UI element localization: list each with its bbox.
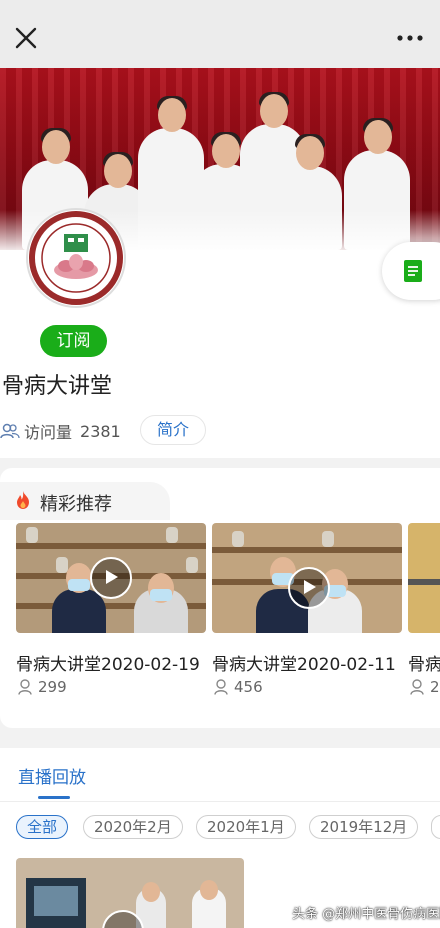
video-title[interactable]: 骨病: [408, 650, 440, 675]
fire-icon: [17, 491, 29, 509]
video-view-count: 2: [430, 678, 440, 696]
filter-chip[interactable]: 2020年1月: [196, 815, 296, 839]
intro-button[interactable]: 简介: [140, 415, 206, 445]
video-title[interactable]: 骨病大讲堂2020-02-19: [16, 650, 200, 675]
play-icon: [106, 570, 118, 584]
play-button[interactable]: [90, 557, 132, 599]
video-views: 456: [214, 678, 263, 696]
tab-live-replay[interactable]: 直播回放: [18, 763, 86, 788]
hospital-logo-icon: [29, 211, 123, 305]
page-title: 骨病大讲堂: [2, 374, 113, 399]
hospital-logo: [26, 208, 126, 308]
video-view-count: 456: [234, 678, 263, 696]
users-icon: [0, 423, 20, 439]
video-thumbnail[interactable]: [212, 523, 402, 633]
play-icon: [304, 580, 316, 594]
close-button[interactable]: [10, 22, 42, 54]
user-icon: [214, 679, 228, 695]
filter-chip[interactable]: 2020年2月: [83, 815, 183, 839]
divider: [0, 801, 440, 802]
recommended-title: 精彩推荐: [40, 494, 112, 515]
user-icon: [18, 679, 32, 695]
subscribe-button[interactable]: 订阅: [40, 325, 107, 357]
filter-chip-partial[interactable]: [431, 815, 440, 839]
watermark: 头条 @郑州中医骨伤病医院: [292, 907, 440, 922]
side-document-button[interactable]: [382, 242, 440, 300]
video-views: 299: [18, 678, 67, 696]
visits-count: 2381: [80, 421, 121, 441]
video-thumbnail[interactable]: [16, 523, 206, 633]
filter-chip-all[interactable]: 全部: [16, 815, 69, 839]
visits-label: 访问量: [24, 423, 73, 442]
live-video-thumbnail[interactable]: [16, 858, 244, 928]
document-icon: [404, 260, 422, 282]
tab-underline: [38, 796, 70, 799]
filter-chip[interactable]: 2019年12月: [309, 815, 419, 839]
visit-count: 访问量 2381: [0, 418, 121, 444]
user-icon: [410, 679, 424, 695]
top-bar: [0, 0, 440, 68]
video-view-count: 299: [38, 678, 67, 696]
more-dots-icon: [397, 35, 423, 41]
video-views: 2: [410, 678, 440, 696]
video-title[interactable]: 骨病大讲堂2020-02-11: [212, 650, 396, 675]
video-thumbnail[interactable]: [408, 523, 440, 633]
close-icon: [15, 27, 37, 49]
more-button[interactable]: [396, 28, 424, 48]
play-button[interactable]: [288, 567, 330, 609]
